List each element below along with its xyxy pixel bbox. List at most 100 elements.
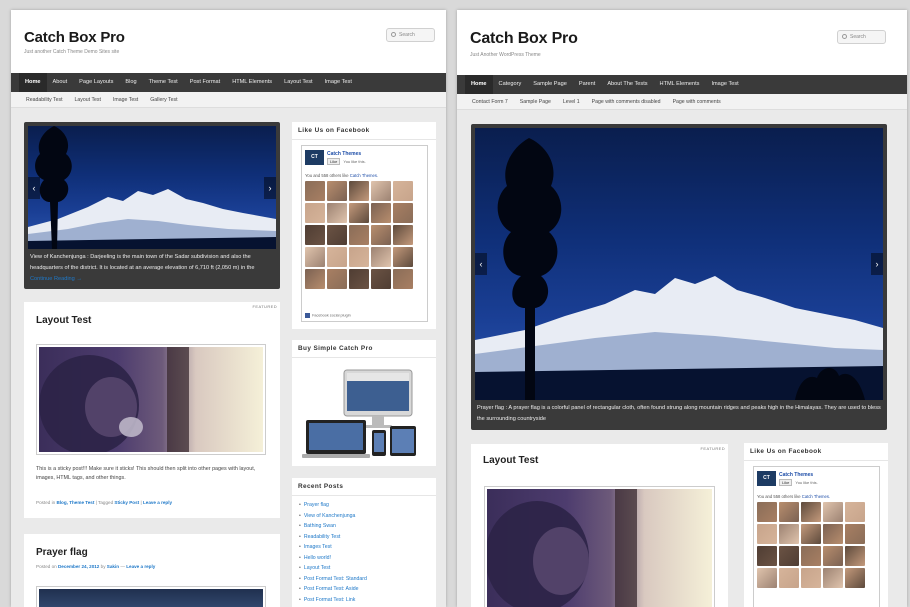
post-thumbnail[interactable] bbox=[36, 344, 266, 455]
facebook-profile-avatar[interactable] bbox=[371, 225, 391, 245]
subnav-item-layout-test[interactable]: Layout Test bbox=[69, 97, 107, 103]
meta-author[interactable]: Sakin bbox=[107, 564, 119, 569]
subnav-item-comments-disabled[interactable]: Page with comments disabled bbox=[586, 99, 667, 105]
post-thumbnail[interactable] bbox=[36, 586, 266, 607]
nav-item-parent[interactable]: Parent bbox=[573, 75, 601, 94]
facebook-profile-avatar[interactable] bbox=[327, 181, 347, 201]
facebook-profile-avatar[interactable] bbox=[393, 247, 413, 267]
facebook-profile-avatar[interactable] bbox=[779, 546, 799, 566]
facebook-profile-avatar[interactable] bbox=[801, 546, 821, 566]
facebook-profile-avatar[interactable] bbox=[305, 247, 325, 267]
site-title[interactable]: Catch Box Pro bbox=[24, 29, 125, 46]
facebook-profile-avatar[interactable] bbox=[327, 247, 347, 267]
facebook-profile-avatar[interactable] bbox=[779, 502, 799, 522]
facebook-profile-avatar[interactable] bbox=[757, 524, 777, 544]
catch-themes-logo[interactable]: CT bbox=[305, 150, 324, 165]
subnav-item-sample-page[interactable]: Sample Page bbox=[514, 99, 557, 105]
nav-item-image-test[interactable]: Image Test bbox=[705, 75, 744, 94]
facebook-profile-avatar[interactable] bbox=[371, 181, 391, 201]
recent-post-link[interactable]: Images Test bbox=[299, 542, 429, 553]
facebook-like-button[interactable]: Like bbox=[327, 158, 341, 165]
devices-promo-image[interactable] bbox=[302, 362, 427, 460]
post-title[interactable]: Prayer flag bbox=[36, 547, 88, 558]
facebook-profile-avatar[interactable] bbox=[779, 568, 799, 588]
recent-post-link[interactable]: Post Format Test: Standard bbox=[299, 574, 429, 585]
post-title[interactable]: Layout Test bbox=[36, 315, 91, 326]
facebook-profile-avatar[interactable] bbox=[393, 269, 413, 289]
facebook-profile-avatar[interactable] bbox=[393, 181, 413, 201]
facebook-profile-avatar[interactable] bbox=[371, 269, 391, 289]
facebook-profile-avatar[interactable] bbox=[801, 502, 821, 522]
recent-post-link[interactable]: Prayer flag bbox=[299, 500, 429, 511]
slider-next-button[interactable]: › bbox=[264, 176, 276, 199]
continue-reading-link[interactable]: Continue Reading → bbox=[30, 276, 82, 282]
recent-post-link[interactable]: View of Kanchenjunga bbox=[299, 511, 429, 522]
facebook-profile-avatar[interactable] bbox=[305, 181, 325, 201]
facebook-profile-avatar[interactable] bbox=[371, 203, 391, 223]
nav-item-page-layouts[interactable]: Page Layouts bbox=[73, 73, 119, 92]
meta-tag[interactable]: Sticky Post bbox=[114, 500, 139, 505]
recent-post-link[interactable]: Readability Test bbox=[299, 532, 429, 543]
facebook-profile-avatar[interactable] bbox=[779, 524, 799, 544]
facebook-profile-avatar[interactable] bbox=[823, 502, 843, 522]
facebook-profile-avatar[interactable] bbox=[845, 546, 865, 566]
facebook-profile-avatar[interactable] bbox=[305, 269, 325, 289]
facebook-page-name[interactable]: Catch Themes bbox=[779, 472, 813, 478]
nav-item-about-the-tests[interactable]: About The Tests bbox=[601, 75, 653, 94]
site-title[interactable]: Catch Box Pro bbox=[470, 30, 578, 48]
nav-item-layout-test[interactable]: Layout Test bbox=[278, 73, 319, 92]
facebook-profile-avatar[interactable] bbox=[823, 546, 843, 566]
facebook-profile-avatar[interactable] bbox=[801, 524, 821, 544]
slide-image[interactable]: ‹ › bbox=[475, 128, 883, 400]
facebook-profile-avatar[interactable] bbox=[823, 524, 843, 544]
nav-item-post-format[interactable]: Post Format bbox=[184, 73, 226, 92]
facebook-profile-avatar[interactable] bbox=[823, 568, 843, 588]
nav-item-category[interactable]: Category bbox=[493, 75, 528, 94]
facebook-profile-avatar[interactable] bbox=[371, 247, 391, 267]
meta-categories[interactable]: Blog, Theme Test bbox=[56, 500, 94, 505]
recent-post-link[interactable]: Post Format Test: Link bbox=[299, 595, 429, 606]
subnav-item-contact-form[interactable]: Contact Form 7 bbox=[466, 99, 514, 105]
nav-item-blog[interactable]: Blog bbox=[119, 73, 142, 92]
facebook-profile-avatar[interactable] bbox=[845, 568, 865, 588]
facebook-profile-avatar[interactable] bbox=[393, 203, 413, 223]
nav-item-image-test[interactable]: Image Test bbox=[319, 73, 358, 92]
facebook-profile-avatar[interactable] bbox=[349, 247, 369, 267]
facebook-like-button[interactable]: Like bbox=[779, 479, 793, 486]
recent-post-link[interactable]: Bathing Swan bbox=[299, 521, 429, 532]
slider-next-button[interactable]: › bbox=[871, 253, 883, 275]
nav-item-sample-page[interactable]: Sample Page bbox=[527, 75, 573, 94]
leave-reply-link[interactable]: Leave a reply bbox=[143, 500, 172, 505]
slider-prev-button[interactable]: ‹ bbox=[475, 253, 487, 275]
subnav-item-level-1[interactable]: Level 1 bbox=[557, 99, 586, 105]
subnav-item-image-test[interactable]: Image Test bbox=[107, 97, 144, 103]
nav-item-theme-test[interactable]: Theme Test bbox=[143, 73, 184, 92]
like-count-link[interactable]: Catch Themes. bbox=[802, 494, 830, 499]
facebook-profile-avatar[interactable] bbox=[801, 568, 821, 588]
search-input[interactable]: Search bbox=[386, 28, 435, 42]
nav-item-about[interactable]: About bbox=[47, 73, 74, 92]
facebook-profile-avatar[interactable] bbox=[845, 524, 865, 544]
slider-prev-button[interactable]: ‹ bbox=[28, 176, 40, 199]
facebook-profile-avatar[interactable] bbox=[349, 269, 369, 289]
facebook-profile-avatar[interactable] bbox=[393, 225, 413, 245]
recent-post-link[interactable]: Hello world! bbox=[299, 553, 429, 564]
facebook-profile-avatar[interactable] bbox=[305, 203, 325, 223]
post-thumbnail[interactable] bbox=[484, 486, 715, 607]
facebook-profile-avatar[interactable] bbox=[327, 225, 347, 245]
post-title[interactable]: Layout Test bbox=[483, 455, 538, 466]
catch-themes-logo[interactable]: CT bbox=[757, 471, 776, 486]
slide-image[interactable]: ‹ › bbox=[28, 126, 276, 249]
search-input[interactable]: Search bbox=[837, 30, 886, 44]
facebook-profile-avatar[interactable] bbox=[349, 203, 369, 223]
recent-post-link[interactable]: Layout Test bbox=[299, 563, 429, 574]
facebook-profile-avatar[interactable] bbox=[327, 203, 347, 223]
meta-date[interactable]: December 24, 2012 bbox=[58, 564, 99, 569]
facebook-profile-avatar[interactable] bbox=[327, 269, 347, 289]
facebook-profile-avatar[interactable] bbox=[757, 502, 777, 522]
nav-item-html-elements[interactable]: HTML Elements bbox=[654, 75, 706, 94]
nav-item-home[interactable]: Home bbox=[19, 73, 47, 92]
facebook-page-name[interactable]: Catch Themes bbox=[327, 151, 361, 157]
facebook-profile-avatar[interactable] bbox=[757, 546, 777, 566]
facebook-profile-avatar[interactable] bbox=[349, 181, 369, 201]
